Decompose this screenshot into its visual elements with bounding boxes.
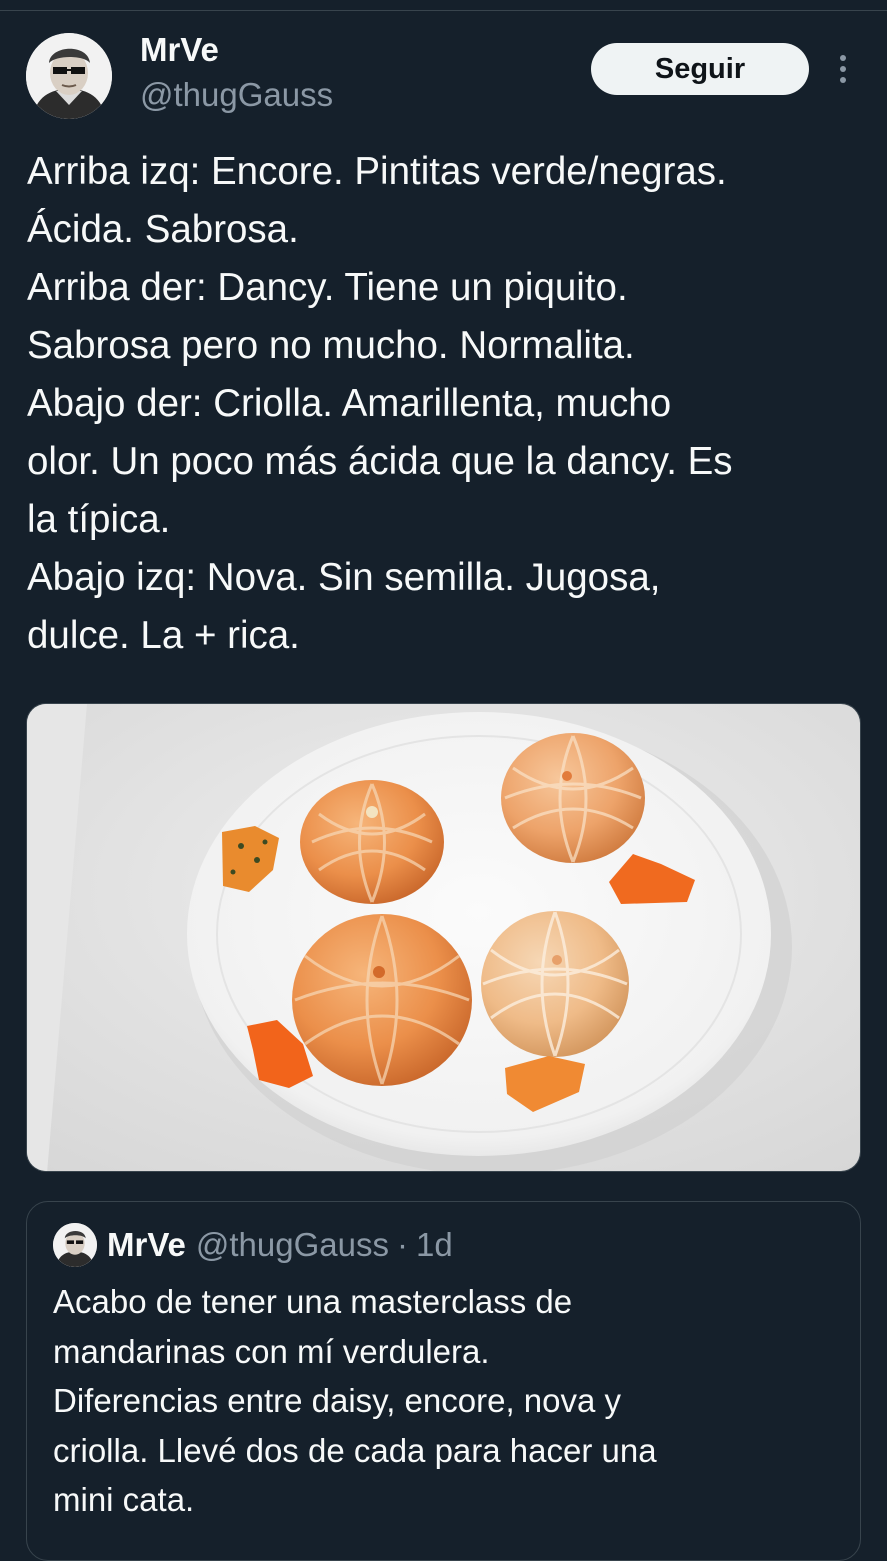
top-divider [0, 10, 887, 11]
author-avatar[interactable] [26, 33, 112, 119]
quoted-timestamp: 1d [415, 1226, 453, 1263]
quoted-author-avatar [53, 1223, 97, 1267]
mandarin-top-right [501, 733, 645, 863]
mandarins-plate-photo [27, 704, 860, 1171]
quoted-author-display-name: MrVe [107, 1226, 186, 1263]
mandarin-bottom-right [481, 911, 629, 1057]
more-options-icon[interactable] [830, 52, 856, 86]
follow-button[interactable]: Seguir [591, 43, 809, 95]
author-display-name[interactable]: MrVe [140, 30, 219, 70]
tweet-photo[interactable] [26, 703, 861, 1172]
mandarin-top-left [300, 780, 444, 904]
avatar-portrait-icon [26, 33, 112, 119]
tweet-text: Arriba izq: Encore. Pintitas verde/negra… [27, 150, 733, 657]
quoted-author-handle: @thugGauss [195, 1226, 389, 1263]
quoted-tweet-header: MrVe @thugGauss · 1d [53, 1222, 453, 1268]
avatar-portrait-icon [53, 1223, 97, 1267]
quoted-separator: · [396, 1226, 408, 1263]
author-handle[interactable]: @thugGauss [140, 75, 333, 115]
quoted-tweet-text: Acabo de tener una masterclass de mandar… [53, 1283, 657, 1518]
quoted-tweet-card[interactable]: MrVe @thugGauss · 1d Acabo de tener una … [26, 1201, 861, 1561]
mandarin-bottom-left [292, 914, 472, 1086]
